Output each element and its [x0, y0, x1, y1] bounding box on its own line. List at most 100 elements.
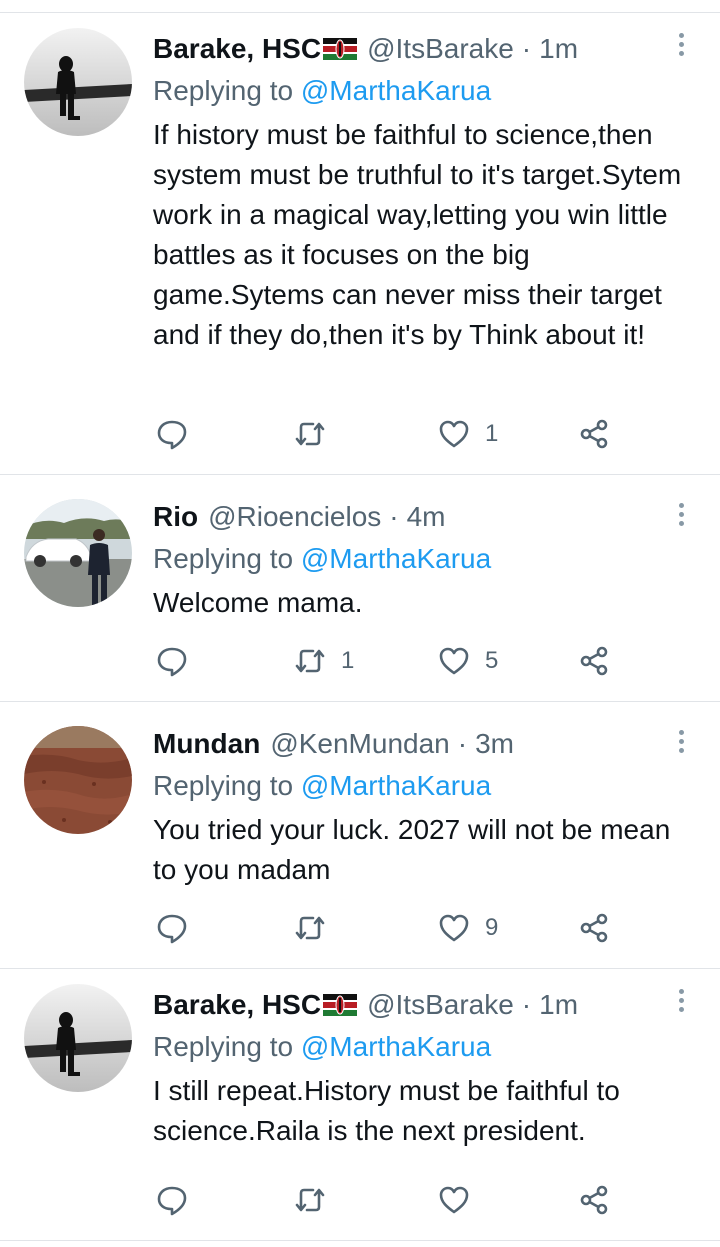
- replying-prefix: Replying to: [153, 75, 301, 106]
- avatar[interactable]: [24, 984, 132, 1092]
- retweet-icon: [295, 1188, 325, 1212]
- like-button[interactable]: 9: [437, 911, 498, 945]
- more-options-button[interactable]: [676, 503, 686, 531]
- tweet[interactable]: Barake, HSC @ItsBarake · 1m Replying to …: [0, 968, 720, 1236]
- reply-icon: [157, 1186, 187, 1216]
- separator: ·: [521, 989, 532, 1020]
- more-dot: [678, 748, 684, 753]
- divider: [0, 1240, 720, 1241]
- more-dot: [678, 33, 684, 38]
- retweet-count: 1: [341, 647, 355, 674]
- user-handle[interactable]: @KenMundan: [270, 726, 449, 762]
- display-name[interactable]: Rio: [153, 499, 198, 535]
- heart-icon: [439, 647, 469, 675]
- more-dot: [678, 998, 684, 1003]
- more-dot: [678, 51, 684, 56]
- person-sitting-avatar: [24, 984, 132, 1092]
- tweet-actions: [155, 1183, 615, 1217]
- retweet-button[interactable]: [293, 1183, 341, 1217]
- reply-button[interactable]: [155, 911, 189, 945]
- display-name[interactable]: Barake, HSC: [153, 31, 321, 67]
- tweet[interactable]: Mundan @KenMundan · 3m Replying to @Mart…: [0, 701, 720, 968]
- share-icon: [580, 646, 608, 676]
- more-dot: [678, 512, 684, 517]
- reply-button[interactable]: [155, 417, 189, 451]
- more-dot: [678, 521, 684, 526]
- heart-icon: [439, 1186, 469, 1214]
- man-with-car-avatar: [24, 499, 132, 607]
- mention-link[interactable]: @MarthaKarua: [301, 543, 491, 574]
- tweet-text: I still repeat.History must be faithful …: [153, 1075, 620, 1146]
- replying-to: Replying to @MarthaKarua: [153, 71, 696, 111]
- avatar[interactable]: [24, 499, 132, 607]
- more-options-button[interactable]: [676, 730, 686, 758]
- soil-field-avatar: [24, 726, 132, 834]
- display-name[interactable]: Mundan: [153, 726, 260, 762]
- user-handle[interactable]: @Rioencielos: [208, 499, 381, 535]
- tweet[interactable]: Barake, HSC @ItsBarake · 1m Replying to …: [0, 12, 720, 474]
- more-dot: [678, 989, 684, 994]
- share-button[interactable]: [577, 644, 611, 678]
- tweet-text: If history must be faithful to science,t…: [153, 119, 682, 350]
- retweet-icon: [295, 422, 325, 446]
- more-options-button[interactable]: [676, 989, 686, 1017]
- reply-icon: [157, 420, 187, 450]
- retweet-button[interactable]: [293, 911, 341, 945]
- separator: ·: [389, 501, 399, 532]
- replying-prefix: Replying to: [153, 1031, 301, 1062]
- tweet-header: Mundan @KenMundan · 3m: [153, 726, 696, 762]
- tweet-actions: 1: [155, 417, 615, 451]
- reply-icon: [157, 647, 187, 677]
- like-count: 9: [485, 914, 499, 941]
- like-button[interactable]: 5: [437, 644, 498, 678]
- timestamp[interactable]: 3m: [475, 726, 514, 762]
- display-name[interactable]: Barake, HSC: [153, 987, 321, 1023]
- avatar[interactable]: [24, 28, 132, 136]
- mention-link[interactable]: @MarthaKarua: [301, 770, 491, 801]
- replying-prefix: Replying to: [153, 543, 301, 574]
- reply-button[interactable]: [155, 644, 189, 678]
- tweet-content: Rio @Rioencielos · 4m Replying to @Marth…: [153, 499, 696, 623]
- tweet-text: You tried your luck. 2027 will not be me…: [153, 814, 671, 885]
- tweet-content: Mundan @KenMundan · 3m Replying to @Mart…: [153, 726, 696, 890]
- share-button[interactable]: [577, 1183, 611, 1217]
- tweet-header: Barake, HSC @ItsBarake · 1m: [153, 31, 696, 67]
- mention-link[interactable]: @MarthaKarua: [301, 1031, 491, 1062]
- tweet-actions: 1 5: [155, 644, 615, 678]
- reply-feed: Barake, HSC @ItsBarake · 1m Replying to …: [0, 0, 720, 1247]
- more-dot: [678, 730, 684, 735]
- retweet-icon: [295, 649, 325, 673]
- replying-to: Replying to @MarthaKarua: [153, 1027, 696, 1067]
- timestamp[interactable]: 1m: [539, 987, 578, 1023]
- user-handle[interactable]: @ItsBarake: [367, 987, 514, 1023]
- timestamp[interactable]: 4m: [407, 499, 446, 535]
- more-dot: [678, 739, 684, 744]
- timestamp[interactable]: 1m: [539, 31, 578, 67]
- avatar[interactable]: [24, 726, 132, 834]
- user-handle[interactable]: @ItsBarake: [367, 31, 514, 67]
- reply-button[interactable]: [155, 1183, 189, 1217]
- more-options-button[interactable]: [676, 33, 686, 61]
- share-button[interactable]: [577, 417, 611, 451]
- separator: ·: [457, 728, 468, 759]
- kenya-flag-icon: [323, 994, 358, 1016]
- separator: ·: [521, 33, 532, 64]
- more-dot: [678, 42, 684, 47]
- share-icon: [580, 1185, 608, 1215]
- tweet-text: Welcome mama.: [153, 587, 363, 618]
- tweet[interactable]: Rio @Rioencielos · 4m Replying to @Marth…: [0, 474, 720, 701]
- retweet-button[interactable]: 1: [293, 644, 354, 678]
- mention-link[interactable]: @MarthaKarua: [301, 75, 491, 106]
- tweet-content: Barake, HSC @ItsBarake · 1m Replying to …: [153, 987, 696, 1151]
- tweet-header: Rio @Rioencielos · 4m: [153, 499, 696, 535]
- replying-to: Replying to @MarthaKarua: [153, 539, 696, 579]
- tweet-header: Barake, HSC @ItsBarake · 1m: [153, 987, 696, 1023]
- more-dot: [678, 503, 684, 508]
- retweet-button[interactable]: [293, 417, 341, 451]
- like-button[interactable]: 1: [437, 417, 498, 451]
- person-sitting-avatar: [24, 28, 132, 136]
- like-button[interactable]: [437, 1183, 485, 1217]
- share-button[interactable]: [577, 911, 611, 945]
- share-icon: [580, 419, 608, 449]
- retweet-icon: [295, 916, 325, 940]
